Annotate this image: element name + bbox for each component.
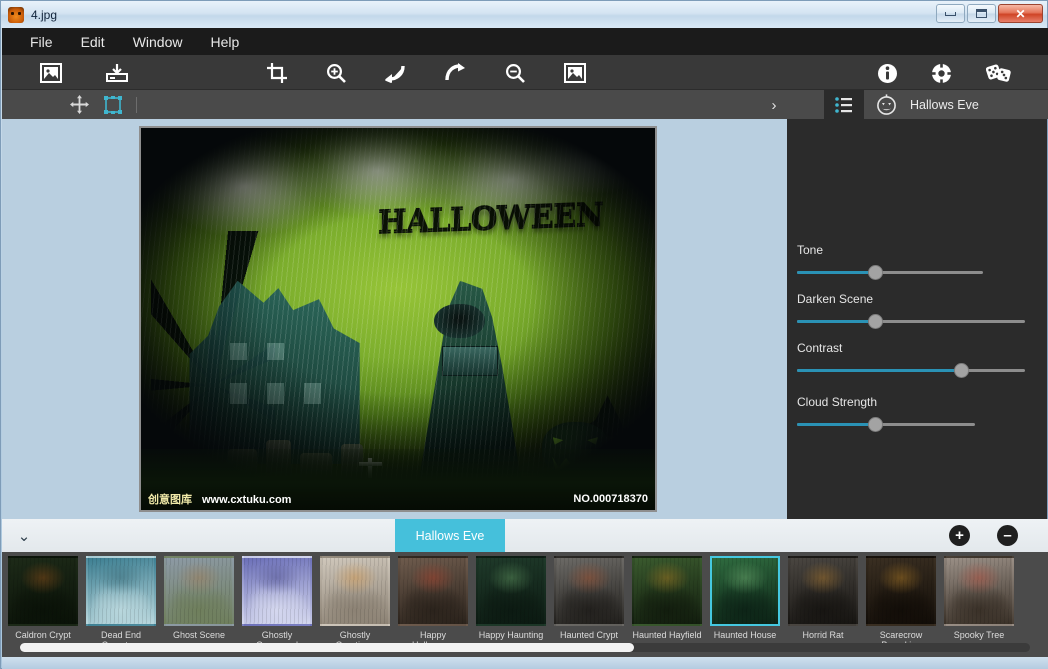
bottom-bar: ⌄ Hallows Eve + – <box>2 519 1048 552</box>
category-tab-hallows-eve[interactable]: Hallows Eve <box>395 519 505 552</box>
thumbnail-label: Haunted Crypt <box>554 630 624 640</box>
zoom-out-icon[interactable] <box>496 59 534 87</box>
menu-item-help[interactable]: Help <box>196 30 253 54</box>
canvas-image[interactable]: HALLOWEEN 创意图库 www.cxtuku.com NO.0007183… <box>139 126 657 512</box>
dice-icon[interactable] <box>980 59 1018 87</box>
status-bar <box>2 657 1048 669</box>
effect-settings-panel: Tone Darken Scene Contrast <box>787 119 1047 519</box>
watermark-number: NO.000718370 <box>573 493 648 505</box>
move-tool-icon[interactable] <box>62 92 96 118</box>
thumbnail-list: Caldron Crypt Dead End Cemetery Ghost Scen… <box>8 556 1014 651</box>
thumbnail-image[interactable] <box>8 556 78 626</box>
pumpkin-icon[interactable] <box>864 90 908 119</box>
scrollbar-thumb[interactable] <box>20 643 634 652</box>
thumbnail-item[interactable]: Haunted House <box>710 556 780 651</box>
transform-tool-icon[interactable] <box>96 92 130 118</box>
active-effect-name: Hallows Eve <box>910 90 979 119</box>
zoom-in-icon[interactable] <box>317 59 355 87</box>
expand-panel-chevron-icon[interactable]: › <box>764 95 784 115</box>
control-contrast: Contrast <box>787 341 1047 377</box>
info-icon[interactable] <box>868 59 906 87</box>
control-label-tone: Tone <box>797 243 1047 257</box>
control-tone: Tone <box>787 243 1047 279</box>
thumbnail-image[interactable] <box>866 556 936 626</box>
add-button[interactable]: + <box>949 525 970 546</box>
menu-item-window[interactable]: Window <box>119 30 197 54</box>
remove-button[interactable]: – <box>997 525 1018 546</box>
thumbnail-item[interactable]: Haunted Hayfield <box>632 556 702 651</box>
thumbnail-label: Horrid Rat <box>788 630 858 640</box>
thumbnail-image[interactable] <box>86 556 156 626</box>
thumbnail-image[interactable] <box>710 556 780 626</box>
thumbnail-image[interactable] <box>788 556 858 626</box>
slider-cloud-strength[interactable] <box>797 417 975 431</box>
thumbnail-item[interactable]: Dead End Cemetery <box>86 556 156 651</box>
control-darken-scene: Darken Scene <box>787 292 1047 328</box>
thumbnail-scrollbar[interactable] <box>20 643 1030 652</box>
thumbnail-image[interactable] <box>242 556 312 626</box>
app-window: 4.jpg ✕ File Edit Window Help <box>0 0 1048 669</box>
menu-bar: File Edit Window Help <box>2 28 1048 55</box>
thumbnail-item[interactable]: Haunted Crypt <box>554 556 624 651</box>
close-button[interactable]: ✕ <box>998 4 1043 23</box>
thumbnail-item[interactable]: Happy Haunting <box>476 556 546 651</box>
slider-tone[interactable] <box>797 265 983 279</box>
thumbnail-image[interactable] <box>164 556 234 626</box>
control-cloud-strength: Cloud Strength <box>787 395 1047 431</box>
fit-image-icon[interactable] <box>556 59 594 87</box>
image-watermark: 创意图库 www.cxtuku.com NO.000718370 <box>141 490 655 508</box>
maximize-button[interactable] <box>967 4 996 23</box>
control-label-contrast: Contrast <box>797 341 1047 355</box>
slider-contrast[interactable] <box>797 363 1025 377</box>
thumbnail-item[interactable]: Spooky Tree <box>944 556 1014 651</box>
open-image-icon[interactable] <box>32 59 70 87</box>
thumbnail-label: Caldron Crypt <box>8 630 78 640</box>
thumbnail-strip[interactable]: Caldron Crypt Dead End Cemetery Ghost Scen… <box>2 552 1048 657</box>
crop-icon[interactable] <box>258 59 296 87</box>
pumpkin-icon <box>8 7 24 23</box>
thumbnail-image[interactable] <box>554 556 624 626</box>
thumbnail-item[interactable]: Caldron Crypt <box>8 556 78 651</box>
control-label-darken-scene: Darken Scene <box>797 292 1047 306</box>
thumbnail-label: Ghost Scene <box>164 630 234 640</box>
thumbnail-image[interactable] <box>944 556 1014 626</box>
toolbar-divider <box>136 97 137 113</box>
thumbnail-image[interactable] <box>632 556 702 626</box>
slider-darken-scene[interactable] <box>797 314 1025 328</box>
secondary-toolbar: › Hallows Eve <box>2 90 1048 119</box>
thumbnail-item[interactable]: Happy Halloween <box>398 556 468 651</box>
menu-item-edit[interactable]: Edit <box>67 30 119 54</box>
thumbnail-image[interactable] <box>398 556 468 626</box>
undo-icon[interactable] <box>377 59 415 87</box>
settings-icon[interactable] <box>922 59 960 87</box>
collapse-strip-chevron-icon[interactable]: ⌄ <box>2 519 46 552</box>
thumbnail-item[interactable]: Scarecrow Pumpkins <box>866 556 936 651</box>
thumbnail-image[interactable] <box>320 556 390 626</box>
thumbnail-label: Haunted Hayfield <box>632 630 702 640</box>
thumbnail-item[interactable]: Ghostly Graveyard <box>242 556 312 651</box>
thumbnail-image[interactable] <box>476 556 546 626</box>
tab-list-view[interactable] <box>824 90 864 119</box>
watermark-chinese: 创意图库 <box>148 491 192 507</box>
main-toolbar <box>2 55 1048 90</box>
watermark-url: www.cxtuku.com <box>202 494 291 506</box>
canvas-area[interactable]: HALLOWEEN 创意图库 www.cxtuku.com NO.0007183… <box>2 119 787 519</box>
minimize-button[interactable] <box>936 4 965 23</box>
redo-icon[interactable] <box>436 59 474 87</box>
save-image-icon[interactable] <box>98 59 136 87</box>
thumbnail-item[interactable]: Ghostly Greetings <box>320 556 390 651</box>
thumbnail-item[interactable]: Horrid Rat <box>788 556 858 651</box>
window-title: 4.jpg <box>31 8 57 22</box>
window-controls: ✕ <box>936 4 1043 23</box>
thumbnail-label: Happy Haunting <box>476 630 546 640</box>
menu-item-file[interactable]: File <box>16 30 67 54</box>
thumbnail-item[interactable]: Ghost Scene <box>164 556 234 651</box>
thumbnail-label: Haunted House <box>710 630 780 640</box>
thumbnail-label: Spooky Tree <box>944 630 1014 640</box>
control-label-cloud-strength: Cloud Strength <box>797 395 1047 409</box>
title-bar: 4.jpg ✕ <box>1 1 1047 28</box>
